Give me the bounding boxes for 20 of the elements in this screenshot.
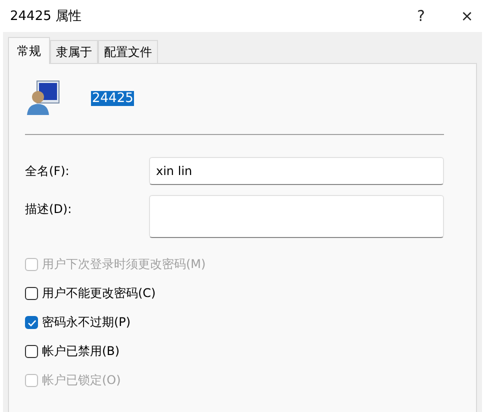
account-name: 24425 bbox=[91, 90, 134, 106]
checkbox[interactable] bbox=[25, 287, 38, 300]
close-button[interactable]: × bbox=[444, 0, 490, 32]
window-title: 24425 属性 bbox=[10, 8, 82, 25]
checkbox[interactable] bbox=[25, 316, 38, 329]
tab[interactable]: 常规 bbox=[8, 37, 50, 64]
checkbox-label: 用户不能更改密码(C) bbox=[42, 285, 156, 302]
checkbox[interactable] bbox=[25, 345, 38, 358]
checkbox-label: 密码永不过期(P) bbox=[42, 314, 131, 331]
field-label: 描述(D): bbox=[25, 201, 73, 218]
checkbox-label: 用户下次登录时须更改密码(M) bbox=[42, 256, 206, 273]
help-button[interactable]: ? bbox=[398, 0, 444, 32]
checkbox-label: 帐户已锁定(O) bbox=[42, 372, 121, 389]
input-field[interactable]: xin lin bbox=[149, 157, 444, 185]
input-field[interactable] bbox=[149, 195, 444, 238]
field-label: 全名(F): bbox=[25, 163, 70, 180]
tab[interactable]: 隶属于 bbox=[50, 40, 98, 63]
checkbox-label: 帐户已禁用(B) bbox=[42, 343, 120, 360]
user-computer-icon bbox=[27, 80, 61, 116]
tab[interactable]: 配置文件 bbox=[98, 40, 158, 63]
